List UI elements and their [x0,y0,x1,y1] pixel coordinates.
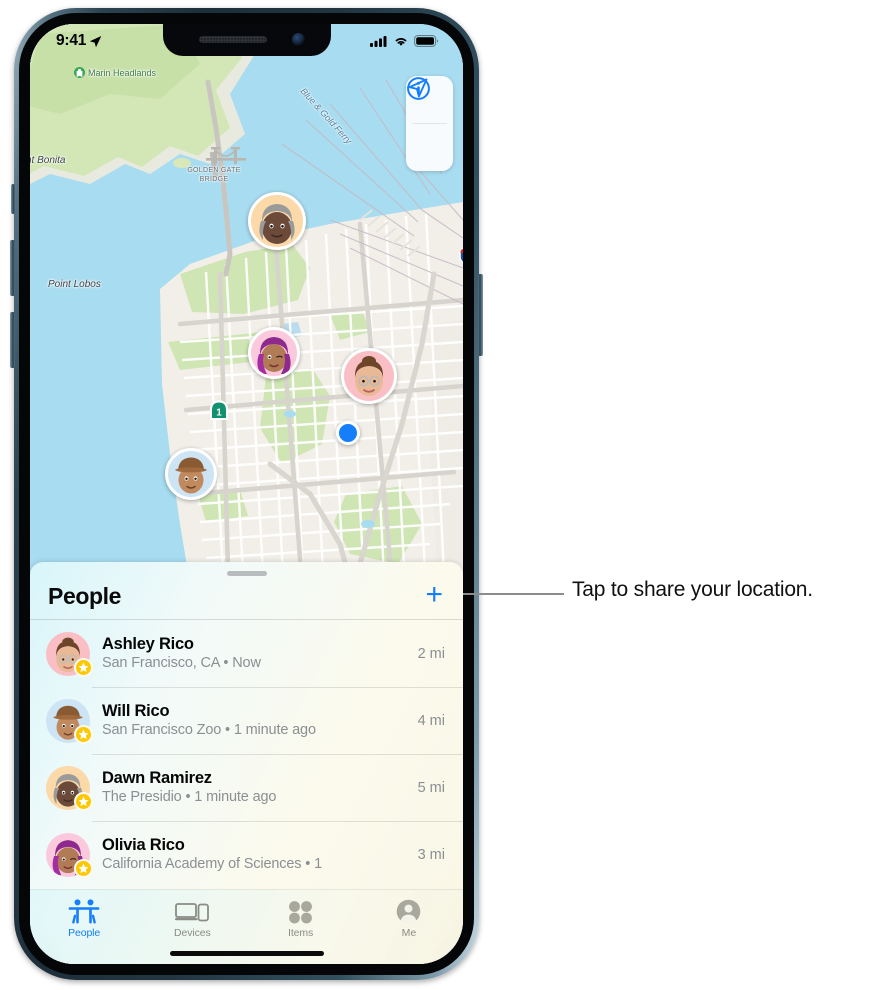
signal-bars-icon [370,36,387,47]
person-distance: 2 mi [417,645,445,662]
memoji-olivia [257,337,291,374]
svg-text:1: 1 [216,408,222,419]
share-my-location-button[interactable]: + [425,580,445,610]
status-bar-indicators [370,35,439,47]
tab-label: Items [288,927,314,939]
star-icon [78,662,89,672]
person-name: Will Rico [102,701,170,720]
person-distance: 3 mi [417,846,445,863]
sheet-drag-handle[interactable] [226,571,267,576]
recenter-button[interactable] [406,78,453,171]
person-location: The Presidio • 1 minute ago [102,789,277,806]
tab-label: People [68,927,101,939]
map-pin-will-rico[interactable] [165,448,217,500]
golden-gate-bridge-icon [206,147,246,164]
map-pin-ashley-rico[interactable] [341,348,397,404]
volume-down-button[interactable] [10,312,15,368]
callout-text: Tap to share your location. [572,578,813,601]
star-badge [74,791,93,811]
person-location: California Academy of Sciences • 1 [102,856,323,873]
list-item[interactable]: Dawn Ramirez The Presidio • 1 minute ago… [30,754,463,821]
route-shield-80: 80 [459,247,463,264]
list-item[interactable]: Will Rico San Francisco Zoo • 1 minute a… [30,687,463,754]
star-icon [78,729,89,739]
person-circle-icon [396,897,421,924]
power-button[interactable] [478,274,483,356]
memoji-will [175,457,207,494]
person-location: San Francisco Zoo • 1 minute ago [102,722,316,739]
four-dots-icon [288,897,313,924]
wifi-icon [395,38,407,46]
avatar [46,631,93,677]
list-item-text: Ashley Rico San Francisco, CA • Now [102,634,408,673]
tab-people[interactable]: People [30,897,138,939]
list-item-text: Olivia Rico California Academy of Scienc… [102,835,408,874]
list-item-text: Will Rico San Francisco Zoo • 1 minute a… [102,701,408,740]
person-location: San Francisco, CA • Now [102,655,261,672]
map-pin-olivia-rico[interactable] [248,327,300,379]
list-item[interactable]: Ashley Rico San Francisco, CA • Now 2 mi [30,620,463,687]
map-controls-panel [406,76,453,171]
person-name: Ashley Rico [102,634,194,653]
person-name: Olivia Rico [102,835,185,854]
laptop-phone-icon [175,897,210,924]
person-distance: 4 mi [417,712,445,729]
tab-label: Me [401,927,417,939]
two-people-icon [68,897,100,924]
memoji-ashley [354,356,384,396]
phone-screen: Marin Headlands nt Bonita Point Lobos GO… [30,24,463,964]
status-bar-time-group: 9:41 [56,32,102,50]
star-badge [74,657,93,677]
page-title: People [48,583,122,609]
person-name: Dawn Ramirez [102,768,212,787]
mute-switch[interactable] [11,184,15,214]
navigation-arrow-icon [408,78,428,98]
tab-me[interactable]: Me [355,897,463,939]
star-icon [78,796,89,806]
tab-items[interactable]: Items [247,897,355,939]
list-item-text: Dawn Ramirez The Presidio • 1 minute ago [102,768,408,807]
route-shield-1: 1 [210,400,228,420]
star-badge [74,858,93,878]
person-distance: 5 mi [417,779,445,796]
callout-leader-line [447,593,564,595]
star-icon [78,863,89,873]
people-list: Ashley Rico San Francisco, CA • Now 2 mi [30,619,463,888]
memoji-dawn [259,204,295,244]
tab-label: Devices [174,927,211,939]
map-pin-dawn-ramirez[interactable] [248,192,306,250]
list-item[interactable]: Olivia Rico California Academy of Scienc… [30,821,463,888]
avatar [46,832,93,878]
avatar [46,698,93,744]
tab-devices[interactable]: Devices [138,897,246,939]
location-arrow-icon [90,35,102,47]
star-badge [74,724,93,744]
battery-full-icon [414,35,439,47]
status-bar-time: 9:41 [56,32,87,49]
status-bar: 9:41 [30,24,463,58]
iphone-device-frame: Marin Headlands nt Bonita Point Lobos GO… [10,8,483,980]
volume-up-button[interactable] [10,240,15,296]
my-location-dot [336,421,360,445]
avatar [46,765,93,811]
home-indicator[interactable] [169,951,324,956]
